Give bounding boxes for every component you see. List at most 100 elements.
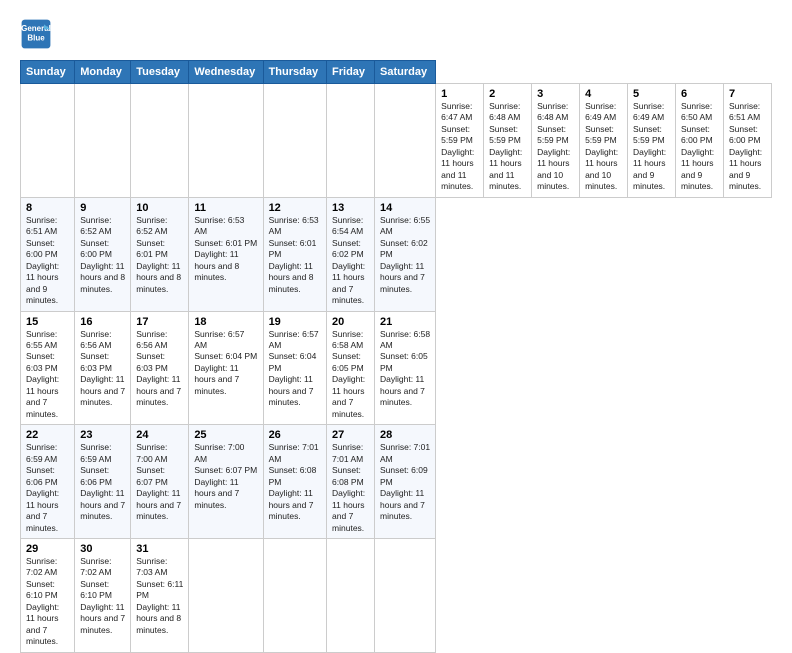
- calendar-cell: 30 Sunrise: 7:02 AMSunset: 6:10 PMDaylig…: [75, 539, 131, 653]
- calendar-cell: [375, 539, 436, 653]
- calendar-cell: 26 Sunrise: 7:01 AMSunset: 6:08 PMDaylig…: [263, 425, 326, 539]
- calendar-cell: 21 Sunrise: 6:58 AMSunset: 6:05 PMDaylig…: [375, 311, 436, 425]
- day-info: Sunrise: 6:59 AMSunset: 6:06 PMDaylight:…: [80, 442, 125, 521]
- day-number: 13: [332, 202, 369, 214]
- calendar-cell: 16 Sunrise: 6:56 AMSunset: 6:03 PMDaylig…: [75, 311, 131, 425]
- calendar-cell: [75, 84, 131, 198]
- day-number: 29: [26, 543, 69, 555]
- day-info: Sunrise: 7:01 AMSunset: 6:08 PMDaylight:…: [269, 442, 319, 521]
- calendar-cell: 18 Sunrise: 6:57 AMSunset: 6:04 PMDaylig…: [189, 311, 263, 425]
- calendar-cell: 19 Sunrise: 6:57 AMSunset: 6:04 PMDaylig…: [263, 311, 326, 425]
- day-number: 12: [269, 202, 321, 214]
- calendar-week-1: 1 Sunrise: 6:47 AMSunset: 5:59 PMDayligh…: [21, 84, 772, 198]
- day-info: Sunrise: 6:54 AMSunset: 6:02 PMDaylight:…: [332, 215, 365, 305]
- day-info: Sunrise: 6:52 AMSunset: 6:00 PMDaylight:…: [80, 215, 125, 294]
- day-number: 6: [681, 88, 718, 100]
- day-info: Sunrise: 6:57 AMSunset: 6:04 PMDaylight:…: [269, 329, 319, 408]
- day-number: 11: [194, 202, 257, 214]
- calendar-cell: 3 Sunrise: 6:48 AMSunset: 5:59 PMDayligh…: [532, 84, 580, 198]
- calendar-cell: [263, 84, 326, 198]
- day-info: Sunrise: 6:58 AMSunset: 6:05 PMDaylight:…: [332, 329, 365, 419]
- day-info: Sunrise: 7:02 AMSunset: 6:10 PMDaylight:…: [80, 556, 125, 635]
- calendar-cell: [327, 84, 375, 198]
- calendar-cell: 25 Sunrise: 7:00 AMSunset: 6:07 PMDaylig…: [189, 425, 263, 539]
- calendar-week-5: 29 Sunrise: 7:02 AMSunset: 6:10 PMDaylig…: [21, 539, 772, 653]
- calendar-cell: 7 Sunrise: 6:51 AMSunset: 6:00 PMDayligh…: [723, 84, 771, 198]
- calendar-week-2: 8 Sunrise: 6:51 AMSunset: 6:00 PMDayligh…: [21, 197, 772, 311]
- day-info: Sunrise: 6:56 AMSunset: 6:03 PMDaylight:…: [80, 329, 125, 408]
- day-number: 20: [332, 316, 369, 328]
- day-info: Sunrise: 6:49 AMSunset: 5:59 PMDaylight:…: [633, 101, 666, 191]
- day-info: Sunrise: 6:59 AMSunset: 6:06 PMDaylight:…: [26, 442, 59, 532]
- calendar-cell: 23 Sunrise: 6:59 AMSunset: 6:06 PMDaylig…: [75, 425, 131, 539]
- calendar-cell: [189, 84, 263, 198]
- day-info: Sunrise: 6:49 AMSunset: 5:59 PMDaylight:…: [585, 101, 618, 191]
- calendar-week-3: 15 Sunrise: 6:55 AMSunset: 6:03 PMDaylig…: [21, 311, 772, 425]
- calendar-cell: [131, 84, 189, 198]
- day-info: Sunrise: 6:55 AMSunset: 6:03 PMDaylight:…: [26, 329, 59, 419]
- calendar-body: 1 Sunrise: 6:47 AMSunset: 5:59 PMDayligh…: [21, 84, 772, 653]
- day-info: Sunrise: 7:00 AMSunset: 6:07 PMDaylight:…: [194, 442, 257, 509]
- page: General Blue SundayMondayTuesdayWednesda…: [0, 0, 792, 612]
- day-number: 16: [80, 316, 125, 328]
- calendar-cell: [263, 539, 326, 653]
- calendar-cell: 8 Sunrise: 6:51 AMSunset: 6:00 PMDayligh…: [21, 197, 75, 311]
- calendar-header-wednesday: Wednesday: [189, 61, 263, 84]
- day-number: 21: [380, 316, 430, 328]
- calendar-cell: [189, 539, 263, 653]
- day-info: Sunrise: 6:58 AMSunset: 6:05 PMDaylight:…: [380, 329, 430, 408]
- day-number: 27: [332, 429, 369, 441]
- day-number: 28: [380, 429, 430, 441]
- day-info: Sunrise: 6:53 AMSunset: 6:01 PMDaylight:…: [194, 215, 257, 282]
- day-number: 8: [26, 202, 69, 214]
- day-number: 7: [729, 88, 766, 100]
- day-info: Sunrise: 6:52 AMSunset: 6:01 PMDaylight:…: [136, 215, 181, 294]
- calendar-header-row: SundayMondayTuesdayWednesdayThursdayFrid…: [21, 61, 772, 84]
- day-info: Sunrise: 6:47 AMSunset: 5:59 PMDaylight:…: [441, 101, 474, 191]
- header: General Blue: [20, 18, 772, 50]
- calendar-cell: [21, 84, 75, 198]
- calendar-header-tuesday: Tuesday: [131, 61, 189, 84]
- calendar-cell: 5 Sunrise: 6:49 AMSunset: 5:59 PMDayligh…: [628, 84, 676, 198]
- calendar-header-sunday: Sunday: [21, 61, 75, 84]
- day-info: Sunrise: 6:57 AMSunset: 6:04 PMDaylight:…: [194, 329, 257, 396]
- calendar-header-thursday: Thursday: [263, 61, 326, 84]
- day-number: 30: [80, 543, 125, 555]
- day-number: 26: [269, 429, 321, 441]
- calendar-cell: 4 Sunrise: 6:49 AMSunset: 5:59 PMDayligh…: [580, 84, 628, 198]
- calendar-cell: 13 Sunrise: 6:54 AMSunset: 6:02 PMDaylig…: [327, 197, 375, 311]
- calendar-cell: 22 Sunrise: 6:59 AMSunset: 6:06 PMDaylig…: [21, 425, 75, 539]
- day-info: Sunrise: 7:00 AMSunset: 6:07 PMDaylight:…: [136, 442, 181, 521]
- calendar-cell: 11 Sunrise: 6:53 AMSunset: 6:01 PMDaylig…: [189, 197, 263, 311]
- day-info: Sunrise: 6:51 AMSunset: 6:00 PMDaylight:…: [26, 215, 59, 305]
- calendar-cell: 2 Sunrise: 6:48 AMSunset: 5:59 PMDayligh…: [484, 84, 532, 198]
- day-info: Sunrise: 7:01 AMSunset: 6:08 PMDaylight:…: [332, 442, 365, 532]
- day-info: Sunrise: 6:53 AMSunset: 6:01 PMDaylight:…: [269, 215, 319, 294]
- calendar-header-saturday: Saturday: [375, 61, 436, 84]
- calendar-cell: 14 Sunrise: 6:55 AMSunset: 6:02 PMDaylig…: [375, 197, 436, 311]
- day-info: Sunrise: 7:02 AMSunset: 6:10 PMDaylight:…: [26, 556, 59, 646]
- day-number: 23: [80, 429, 125, 441]
- calendar-cell: 6 Sunrise: 6:50 AMSunset: 6:00 PMDayligh…: [676, 84, 724, 198]
- calendar-week-4: 22 Sunrise: 6:59 AMSunset: 6:06 PMDaylig…: [21, 425, 772, 539]
- day-number: 3: [537, 88, 574, 100]
- day-number: 24: [136, 429, 183, 441]
- calendar-cell: 1 Sunrise: 6:47 AMSunset: 5:59 PMDayligh…: [436, 84, 484, 198]
- day-number: 31: [136, 543, 183, 555]
- logo: General Blue: [20, 18, 56, 50]
- calendar-cell: 29 Sunrise: 7:02 AMSunset: 6:10 PMDaylig…: [21, 539, 75, 653]
- calendar-cell: 12 Sunrise: 6:53 AMSunset: 6:01 PMDaylig…: [263, 197, 326, 311]
- calendar-table: SundayMondayTuesdayWednesdayThursdayFrid…: [20, 60, 772, 653]
- day-number: 17: [136, 316, 183, 328]
- day-info: Sunrise: 6:48 AMSunset: 5:59 PMDaylight:…: [489, 101, 522, 191]
- calendar-header-friday: Friday: [327, 61, 375, 84]
- day-number: 9: [80, 202, 125, 214]
- day-number: 5: [633, 88, 670, 100]
- calendar-cell: [327, 539, 375, 653]
- day-info: Sunrise: 6:56 AMSunset: 6:03 PMDaylight:…: [136, 329, 181, 408]
- day-info: Sunrise: 6:55 AMSunset: 6:02 PMDaylight:…: [380, 215, 430, 294]
- day-number: 15: [26, 316, 69, 328]
- calendar-cell: 10 Sunrise: 6:52 AMSunset: 6:01 PMDaylig…: [131, 197, 189, 311]
- calendar-cell: [375, 84, 436, 198]
- calendar-header-monday: Monday: [75, 61, 131, 84]
